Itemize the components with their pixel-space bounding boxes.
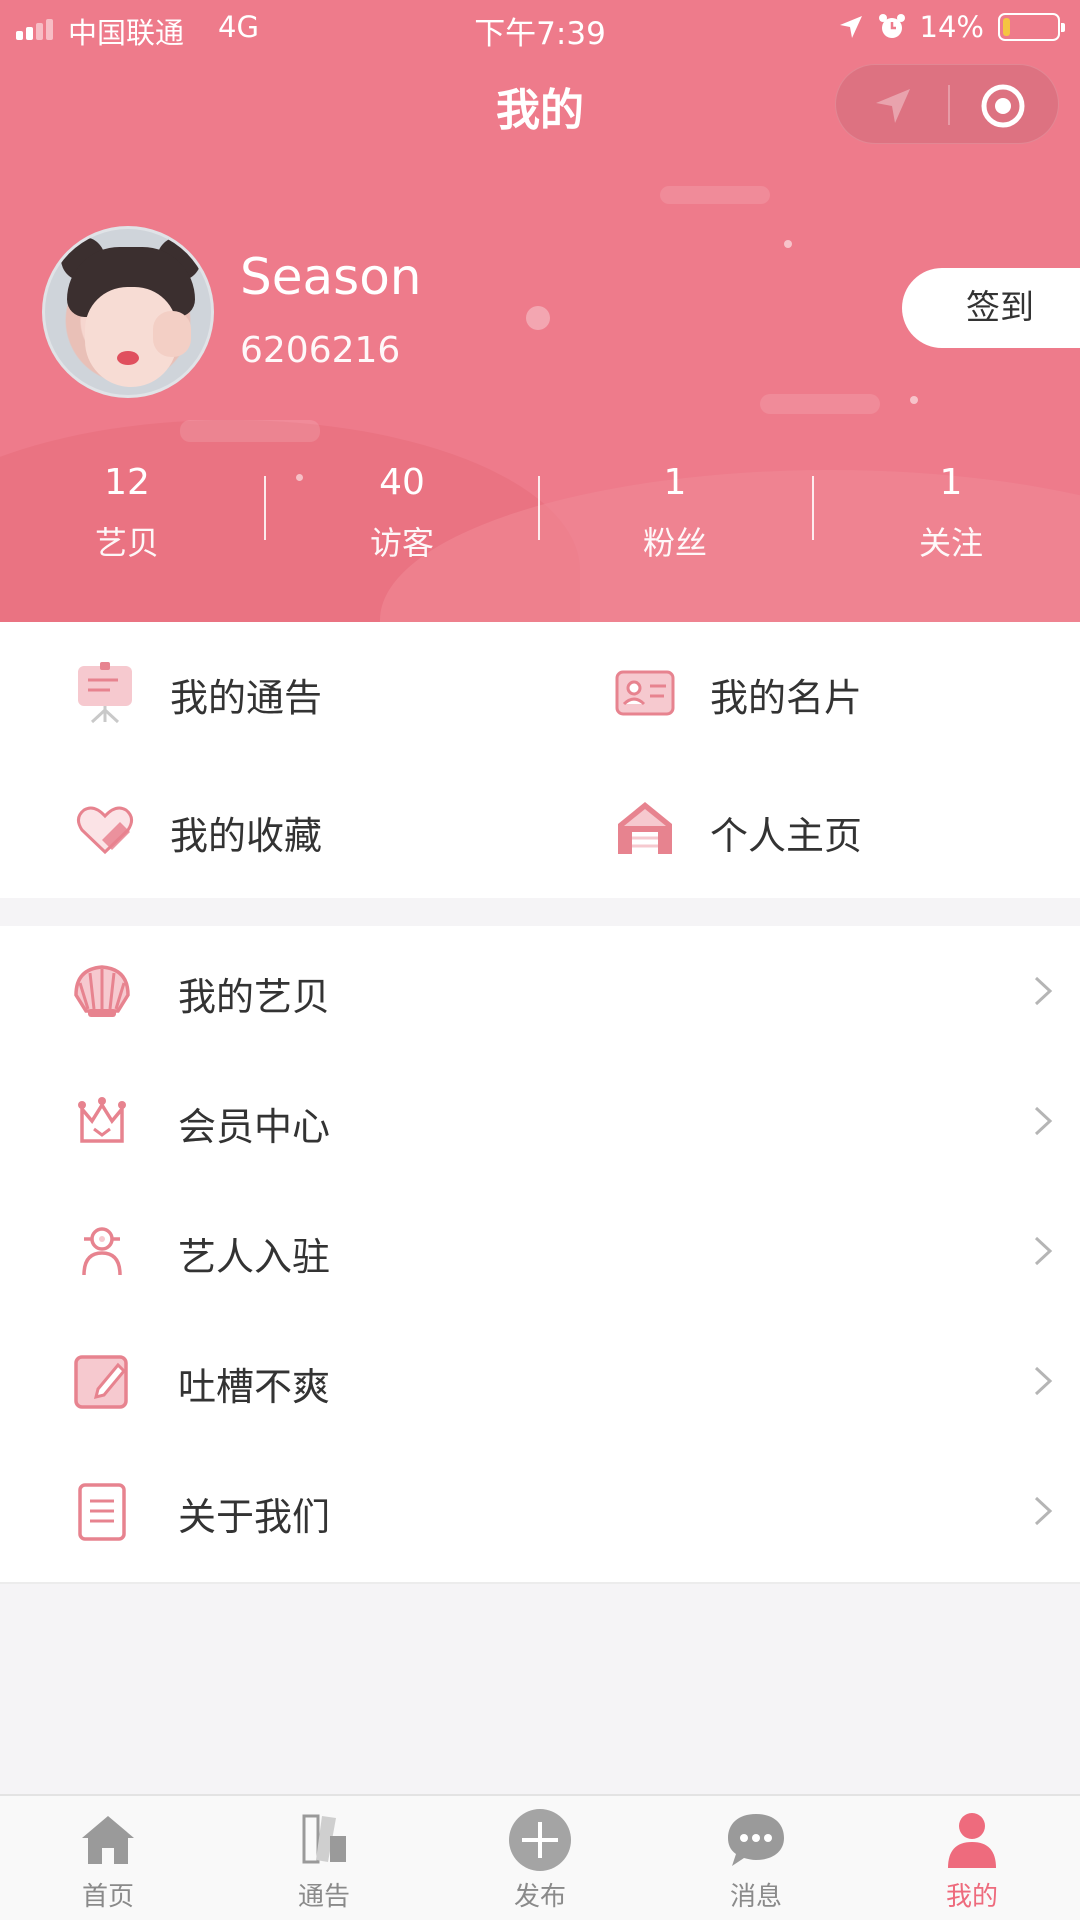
heart-tag-icon <box>74 798 136 860</box>
stat-divider <box>538 476 540 540</box>
location-icon <box>839 16 862 38</box>
chevron-right-icon <box>1034 1106 1053 1136</box>
easel-board-icon <box>74 662 136 724</box>
decor-cloud <box>760 394 880 414</box>
stat-value: 1 <box>663 462 687 503</box>
stat-yibei[interactable]: 12 艺贝 <box>0 458 262 564</box>
crown-icon <box>70 1089 134 1153</box>
chevron-right-icon <box>1034 1496 1053 1526</box>
stat-value: 40 <box>379 462 425 503</box>
stat-value: 1 <box>939 462 963 503</box>
decor-dot <box>526 306 550 330</box>
tab-label: 首页 <box>81 1882 134 1912</box>
shell-icon <box>70 961 134 1025</box>
list-item-member-center[interactable]: 会员中心 <box>0 1056 1080 1186</box>
tab-home[interactable]: 首页 <box>0 1796 216 1920</box>
chat-bubble-icon <box>728 1814 784 1866</box>
grid-item-label: 我的收藏 <box>170 814 323 858</box>
stat-label: 粉丝 <box>642 524 707 562</box>
list-item-my-yibei[interactable]: 我的艺贝 <box>0 926 1080 1056</box>
person-icon <box>70 1219 134 1283</box>
tab-label: 通告 <box>297 1882 350 1912</box>
settings-list: 我的艺贝 会员中心 艺人入驻 吐槽不爽 关于我们 <box>0 926 1080 1582</box>
decor-dot <box>910 396 918 404</box>
tab-label: 消息 <box>729 1882 782 1912</box>
tab-messages[interactable]: 消息 <box>648 1796 864 1920</box>
quick-menu-grid: 我的通告 我的名片 我的收藏 个人主页 <box>0 622 1080 898</box>
stat-label: 访客 <box>369 524 434 562</box>
divider <box>0 1582 1080 1584</box>
plus-circle-icon <box>509 1809 571 1871</box>
battery-percent: 14% <box>919 10 984 44</box>
tab-mine[interactable]: 我的 <box>864 1796 1080 1920</box>
user-id: 6206216 <box>240 330 401 371</box>
stat-value: 12 <box>104 462 150 503</box>
grid-item-label: 我的名片 <box>710 676 863 720</box>
status-right: 14% <box>838 10 1065 44</box>
username: Season <box>240 248 422 306</box>
location-arrow-icon[interactable] <box>872 85 914 127</box>
stats-bar: 12 艺贝 40 访客 1 粉丝 1 关注 <box>0 458 1080 568</box>
decor-cloud <box>660 186 770 204</box>
stat-fans[interactable]: 1 粉丝 <box>540 458 810 564</box>
list-item-label: 会员中心 <box>178 1105 331 1149</box>
chevron-right-icon <box>1034 1366 1053 1396</box>
tab-bar: 首页 通告 发布 消息 我的 <box>0 1794 1080 1920</box>
edit-note-icon <box>70 1349 134 1413</box>
decor-dot <box>784 240 792 248</box>
profile-header: 中国联通 4G 下午7:39 14% 我的 Season 6206216 签到 … <box>0 0 1080 622</box>
checkin-button[interactable]: 签到 <box>902 268 1080 348</box>
grid-item-my-card[interactable]: 我的名片 <box>540 622 1080 760</box>
status-bar: 中国联通 4G 下午7:39 14% <box>0 0 1080 54</box>
id-card-icon <box>614 662 676 724</box>
list-item-about-us[interactable]: 关于我们 <box>0 1446 1080 1576</box>
books-icon <box>302 1814 346 1864</box>
grid-item-label: 个人主页 <box>710 814 863 858</box>
chevron-right-icon <box>1034 1236 1053 1266</box>
house-icon <box>614 796 676 858</box>
stat-label: 关注 <box>918 524 983 562</box>
list-item-label: 吐槽不爽 <box>178 1365 331 1409</box>
list-item-label: 关于我们 <box>178 1495 331 1539</box>
list-item-artist-join[interactable]: 艺人入驻 <box>0 1186 1080 1316</box>
mini-program-capsule <box>835 64 1059 144</box>
chevron-right-icon <box>1034 976 1053 1006</box>
target-circle-icon[interactable] <box>980 83 1026 129</box>
document-icon <box>70 1479 134 1543</box>
stat-following[interactable]: 1 关注 <box>816 458 1080 564</box>
grid-item-homepage[interactable]: 个人主页 <box>540 760 1080 898</box>
stat-divider <box>264 476 266 540</box>
tab-label: 发布 <box>513 1882 566 1912</box>
grid-item-favorites[interactable]: 我的收藏 <box>0 760 540 898</box>
avatar[interactable] <box>42 226 214 398</box>
capsule-divider <box>948 85 950 125</box>
stat-divider <box>812 476 814 540</box>
list-item-feedback[interactable]: 吐槽不爽 <box>0 1316 1080 1446</box>
grid-item-my-notices[interactable]: 我的通告 <box>0 622 540 760</box>
tab-publish[interactable]: 发布 <box>432 1796 648 1920</box>
stat-visitors[interactable]: 40 访客 <box>267 458 537 564</box>
list-item-label: 艺人入驻 <box>178 1235 331 1279</box>
alarm-icon <box>878 14 905 38</box>
user-icon <box>948 1813 996 1868</box>
decor-cloud <box>180 420 320 442</box>
home-icon <box>82 1816 134 1864</box>
tab-notices[interactable]: 通告 <box>216 1796 432 1920</box>
grid-item-label: 我的通告 <box>170 676 323 720</box>
battery-icon <box>998 13 1065 41</box>
tab-label: 我的 <box>945 1882 998 1912</box>
list-item-label: 我的艺贝 <box>178 975 331 1019</box>
stat-label: 艺贝 <box>94 524 159 562</box>
